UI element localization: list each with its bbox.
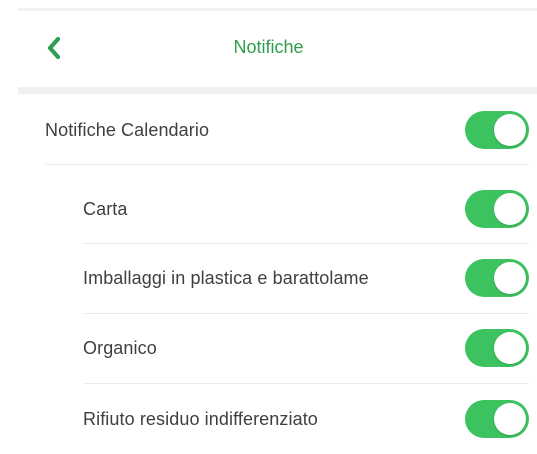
page-title: Notifiche xyxy=(233,37,304,57)
setting-row-notifiche-calendario: Notifiche Calendario xyxy=(45,95,529,165)
toggle-knob xyxy=(494,262,526,294)
setting-label: Organico xyxy=(83,337,157,358)
toggle-knob xyxy=(494,114,526,146)
setting-row-rifiuto-residuo: Rifiuto residuo indifferenziato xyxy=(83,384,529,454)
toggle-knob xyxy=(494,403,526,435)
setting-label: Notifiche Calendario xyxy=(45,119,210,140)
carta-toggle[interactable] xyxy=(465,190,529,228)
toggle-knob xyxy=(494,332,526,364)
setting-label: Carta xyxy=(83,198,128,219)
header-divider xyxy=(18,87,537,94)
imballaggi-toggle[interactable] xyxy=(465,259,529,297)
navigation-header: Notifiche xyxy=(0,11,537,89)
organico-toggle[interactable] xyxy=(465,329,529,367)
toggle-knob xyxy=(494,193,526,225)
setting-row-carta: Carta xyxy=(83,174,529,244)
setting-row-imballaggi: Imballaggi in plastica e barattolame xyxy=(83,243,529,313)
setting-label: Rifiuto residuo indifferenziato xyxy=(83,408,318,429)
rifiuto-residuo-toggle[interactable] xyxy=(465,400,529,438)
notifiche-calendario-toggle[interactable] xyxy=(465,111,529,149)
row-divider xyxy=(45,164,529,165)
setting-label: Imballaggi in plastica e barattolame xyxy=(83,267,369,288)
setting-row-organico: Organico xyxy=(83,313,529,383)
